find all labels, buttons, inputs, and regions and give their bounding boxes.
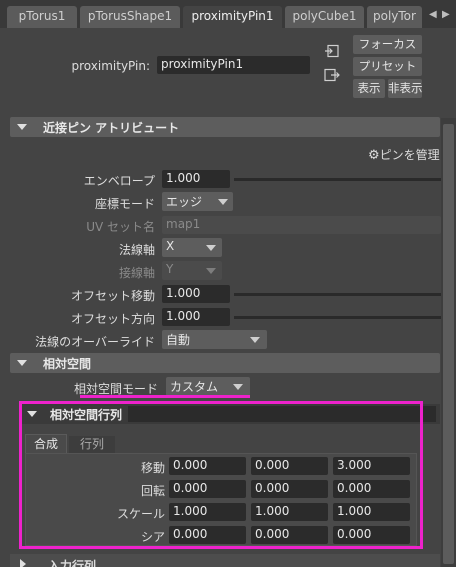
section-proximity-pin-attributes[interactable]: 近接ピン アトリビュート xyxy=(10,117,440,137)
tab-bar: pTorus1 pTorusShape1 proximityPin1 polyC… xyxy=(0,0,456,28)
chevron-down-icon xyxy=(206,245,216,251)
tangent-axis-dropdown: Y xyxy=(162,261,222,280)
offset-orient-slider[interactable] xyxy=(234,316,441,319)
envelope-slider[interactable] xyxy=(234,178,441,181)
preset-button[interactable]: プリセット xyxy=(353,57,422,76)
highlight-underline xyxy=(80,395,250,398)
offset-orient-field[interactable]: 1.000 xyxy=(162,308,230,326)
load-output-icon[interactable] xyxy=(324,68,340,82)
coord-mode-label: 座標モード xyxy=(94,197,155,211)
normal-axis-label: 法線軸 xyxy=(118,243,155,257)
scrollbar-thumb[interactable] xyxy=(443,124,454,564)
uv-set-field: map1 xyxy=(162,216,441,234)
chevron-down-icon xyxy=(218,199,228,205)
tab-ptorus1[interactable]: pTorus1 xyxy=(7,6,77,28)
manage-pins-link[interactable]: ⚙ピンを管理 xyxy=(368,146,440,163)
offset-translate-slider[interactable] xyxy=(234,293,441,296)
collapse-triangle-icon xyxy=(17,124,27,130)
expand-triangle-icon xyxy=(20,559,26,567)
chevron-down-icon xyxy=(250,337,260,343)
normal-override-label: 法線のオーバーライド xyxy=(35,335,155,349)
tab-scroll-right-icon[interactable]: ▶ xyxy=(442,9,450,20)
normal-override-dropdown[interactable]: 自動 xyxy=(162,330,267,349)
chevron-down-icon xyxy=(233,384,243,390)
chevron-down-icon xyxy=(206,268,216,274)
section-title: 近接ピン アトリビュート xyxy=(43,121,180,135)
tab-ptorusshape1[interactable]: pTorusShape1 xyxy=(80,6,180,28)
offset-orient-label: オフセット方向 xyxy=(70,312,155,326)
envelope-field[interactable]: 1.000 xyxy=(162,170,230,188)
focus-button[interactable]: フォーカス xyxy=(353,35,422,54)
uv-set-label: UV セット名 xyxy=(86,220,155,234)
tab-polytorus[interactable]: polyTor xyxy=(367,6,422,28)
highlight-box xyxy=(19,401,423,549)
coord-mode-dropdown[interactable]: エッジ xyxy=(162,192,233,211)
section-title: 入力行列 xyxy=(48,559,97,567)
envelope-label: エンベロープ xyxy=(83,174,155,188)
show-button[interactable]: 表示 xyxy=(353,79,385,98)
normal-axis-dropdown[interactable]: X xyxy=(162,238,222,257)
section-relative-space[interactable]: 相対空間 xyxy=(10,353,440,373)
tab-proximitypin1[interactable]: proximityPin1 xyxy=(183,6,282,28)
node-name-label: proximityPin: xyxy=(71,59,150,73)
gear-icon: ⚙ xyxy=(368,148,380,163)
node-name-field[interactable]: proximityPin1 xyxy=(157,56,310,74)
section-input-matrix[interactable]: 入力行列 xyxy=(10,554,440,567)
tab-polycube1[interactable]: polyCube1 xyxy=(285,6,364,28)
load-input-icon[interactable] xyxy=(324,44,340,58)
tangent-axis-label: 接線軸 xyxy=(118,266,155,280)
hide-button[interactable]: 非表示 xyxy=(388,79,423,98)
relative-space-mode-dropdown[interactable]: カスタム xyxy=(166,377,250,396)
offset-translate-field[interactable]: 1.000 xyxy=(162,285,230,303)
section-title: 相対空間 xyxy=(43,357,92,371)
offset-translate-label: オフセット移動 xyxy=(70,289,155,303)
collapse-triangle-icon xyxy=(17,360,27,366)
tab-scroll-left-icon[interactable]: ◀ xyxy=(429,9,437,20)
